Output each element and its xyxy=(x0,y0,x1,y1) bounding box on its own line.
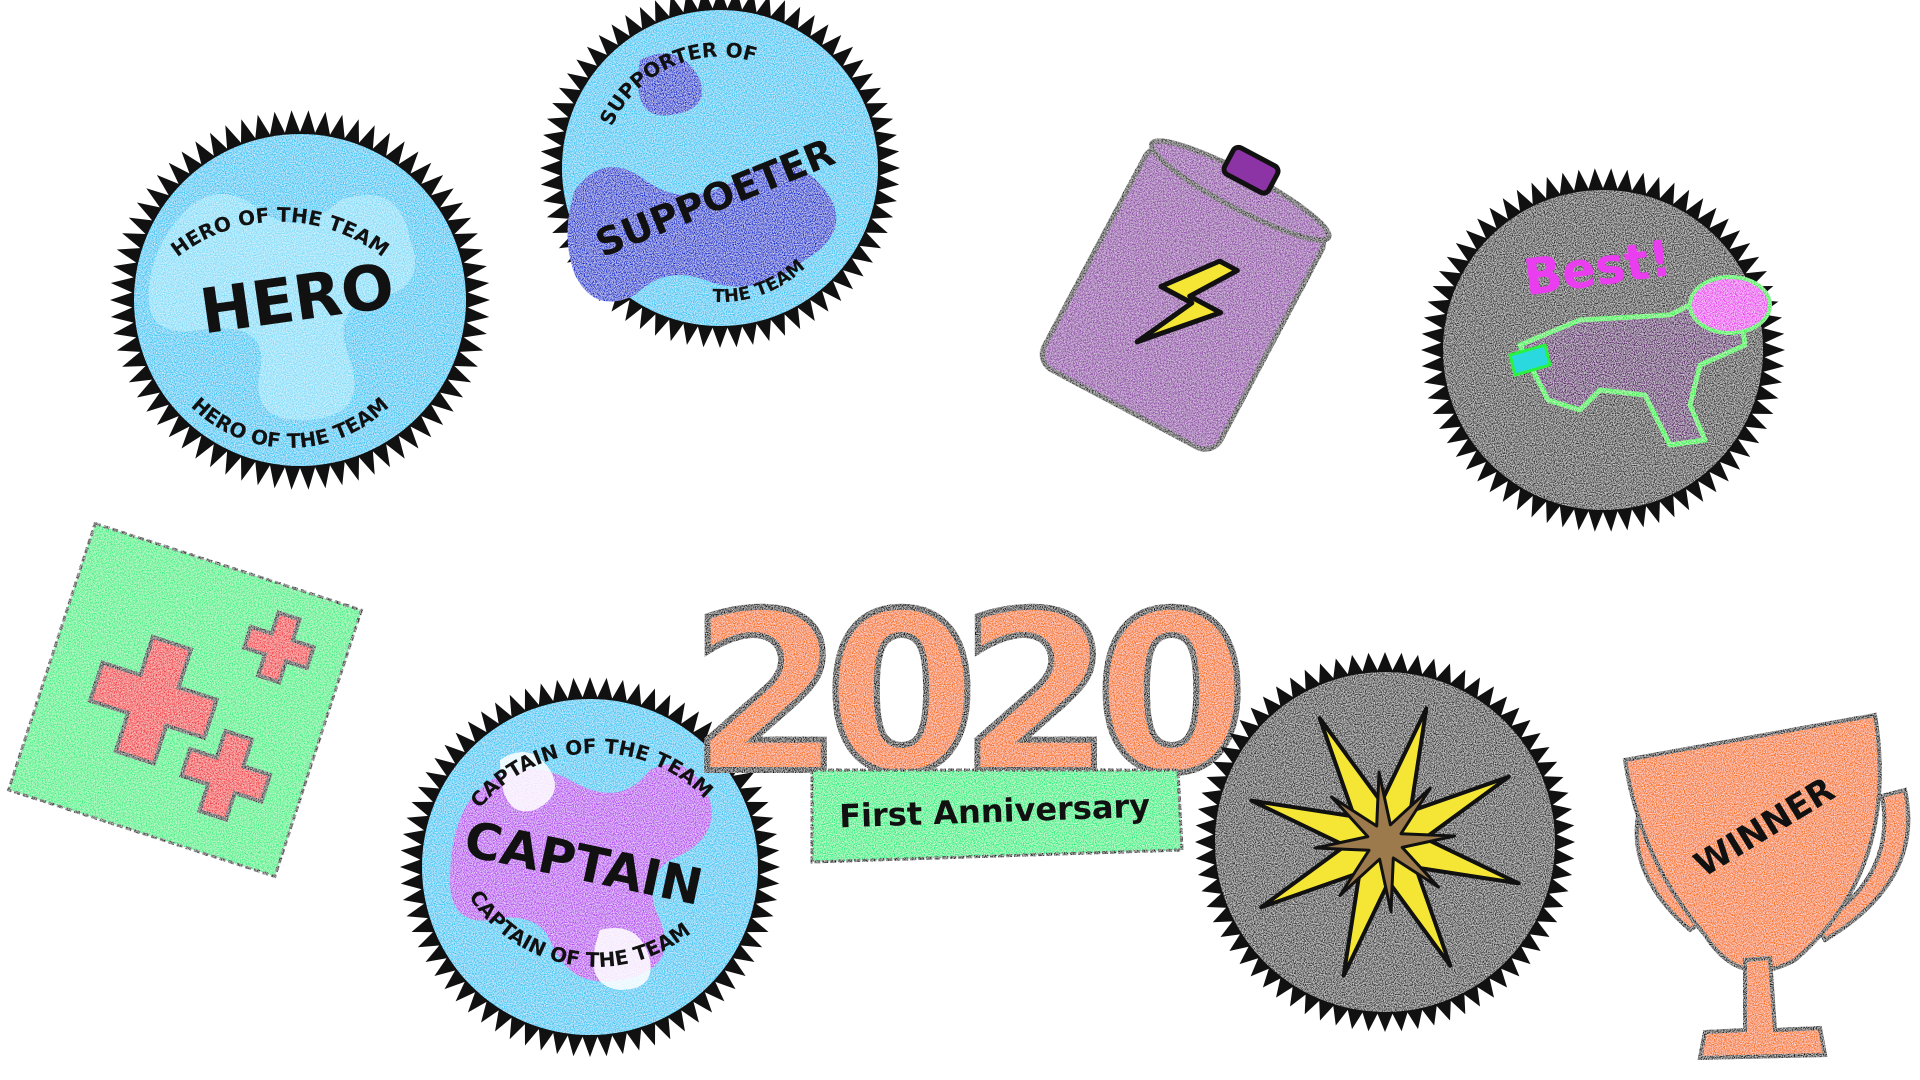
anniversary-badge[interactable]: 2020 First Anniversary xyxy=(687,563,1259,864)
battery-badge[interactable] xyxy=(1036,110,1346,456)
hero-badge[interactable]: HERO OF THE TEAM HERO OF THE TEAM HERO xyxy=(110,110,490,490)
plus-patch[interactable] xyxy=(6,521,364,879)
trophy-stem xyxy=(1697,955,1828,1061)
supporter-badge[interactable]: SUPPORTER OF SUPPOETER THE TEAM xyxy=(540,0,900,348)
trophy-badge[interactable]: WINNER xyxy=(1622,712,1911,1061)
best-badge[interactable]: Best! xyxy=(1421,168,1785,532)
compass-badge[interactable] xyxy=(1195,652,1575,1032)
sticker-sheet: HERO OF THE TEAM HERO OF THE TEAM HERO S… xyxy=(6,0,1911,1061)
